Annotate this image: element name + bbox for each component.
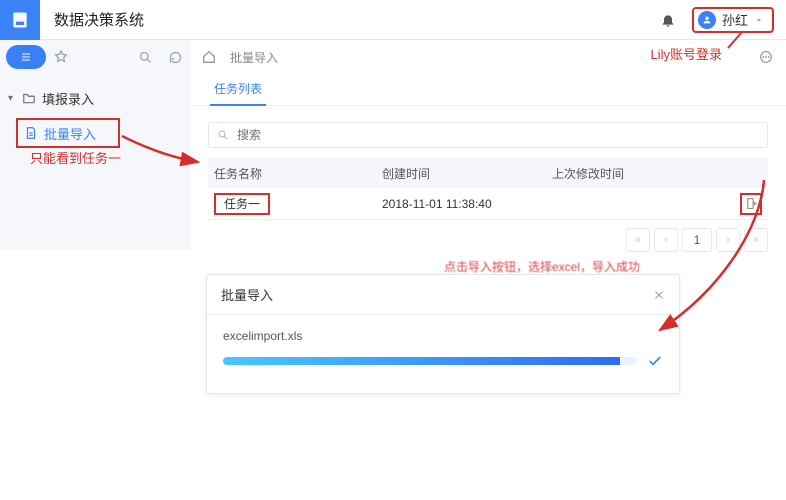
main-panel: 批量导入 任务列表 任务名称 创建时间 上次修改时间 任务一	[190, 40, 786, 250]
modal-close-button[interactable]	[653, 289, 665, 301]
folder-icon	[22, 91, 36, 105]
modal-body: excelimport.xls	[207, 315, 679, 369]
progress-fill	[223, 357, 620, 365]
favorites-button[interactable]	[46, 49, 76, 65]
chevron-down-icon	[754, 15, 764, 25]
sidebar-refresh-button[interactable]	[160, 50, 190, 65]
list-view-toggle[interactable]	[6, 45, 46, 69]
content: 任务名称 创建时间 上次修改时间 任务一 2018-11-01 11:38:40…	[190, 106, 786, 220]
logo-icon	[10, 10, 30, 30]
cell-task-name: 任务一	[214, 193, 270, 215]
user-menu[interactable]: 孙红	[692, 7, 774, 33]
th-name: 任务名称	[214, 165, 382, 182]
cell-created: 2018-11-01 11:38:40	[382, 197, 552, 211]
upload-filename: excelimport.xls	[223, 329, 663, 343]
search-input[interactable]	[235, 127, 759, 143]
list-icon	[18, 51, 34, 63]
annotation-only-task1: 只能看到任务一	[30, 148, 121, 167]
sidebar: ▾ 填报录入 批量导入	[0, 40, 190, 250]
nav-tree: ▾ 填报录入 批量导入	[0, 74, 190, 148]
app-window: 数据决策系统 孙红	[0, 0, 786, 250]
user-icon	[702, 15, 712, 25]
annotation-login: Lily账号登录	[650, 44, 722, 63]
annotation-modal-hint: 点击导入按钮，选择excel，导入成功	[444, 258, 640, 275]
crumb-label: 批量导入	[230, 49, 278, 66]
modal-title: 批量导入	[221, 285, 273, 304]
export-icon	[745, 197, 758, 210]
notifications-button[interactable]	[644, 12, 692, 28]
chevron-down-icon: ▾	[8, 93, 22, 104]
tree-root-label: 填报录入	[42, 89, 94, 108]
progress-bar	[223, 357, 637, 365]
sidebar-search-button[interactable]	[130, 50, 160, 65]
table-header: 任务名称 创建时间 上次修改时间	[208, 158, 768, 188]
modal-header: 批量导入	[207, 275, 679, 315]
sidebar-toolbar	[0, 40, 190, 74]
avatar	[698, 11, 716, 29]
search-icon	[138, 50, 153, 65]
page-prev[interactable]: ‹	[654, 228, 678, 252]
sidebar-item-bulk-import[interactable]: 批量导入	[16, 118, 120, 148]
search-icon	[217, 129, 229, 141]
close-icon	[653, 289, 665, 301]
refresh-icon	[168, 50, 183, 65]
page-first[interactable]: «	[626, 228, 650, 252]
sidebar-item-label: 批量导入	[44, 124, 96, 143]
tree-root[interactable]: ▾ 填报录入	[8, 84, 190, 112]
home-icon[interactable]	[202, 50, 216, 64]
pagination: « ‹ › »	[626, 228, 768, 252]
th-created: 创建时间	[382, 165, 552, 182]
document-icon	[24, 126, 38, 140]
table-row[interactable]: 任务一 2018-11-01 11:38:40	[208, 188, 768, 220]
search-box[interactable]	[208, 122, 768, 148]
import-modal: 批量导入 excelimport.xls	[206, 274, 680, 394]
titlebar: 数据决策系统 孙红	[0, 0, 786, 40]
page-last[interactable]: »	[744, 228, 768, 252]
page-next[interactable]: ›	[716, 228, 740, 252]
tab-task-list[interactable]: 任务列表	[210, 74, 266, 106]
app-logo	[0, 0, 40, 40]
page-input[interactable]	[682, 228, 712, 252]
check-icon	[647, 353, 663, 369]
export-button[interactable]	[740, 193, 762, 215]
progress-row	[223, 353, 663, 369]
star-icon	[53, 49, 69, 65]
user-name: 孙红	[722, 10, 748, 29]
more-icon[interactable]	[758, 49, 774, 65]
bell-icon	[660, 12, 676, 28]
tab-bar: 任务列表	[190, 74, 786, 106]
th-modified: 上次修改时间	[552, 165, 736, 182]
app-title: 数据决策系统	[54, 9, 144, 30]
